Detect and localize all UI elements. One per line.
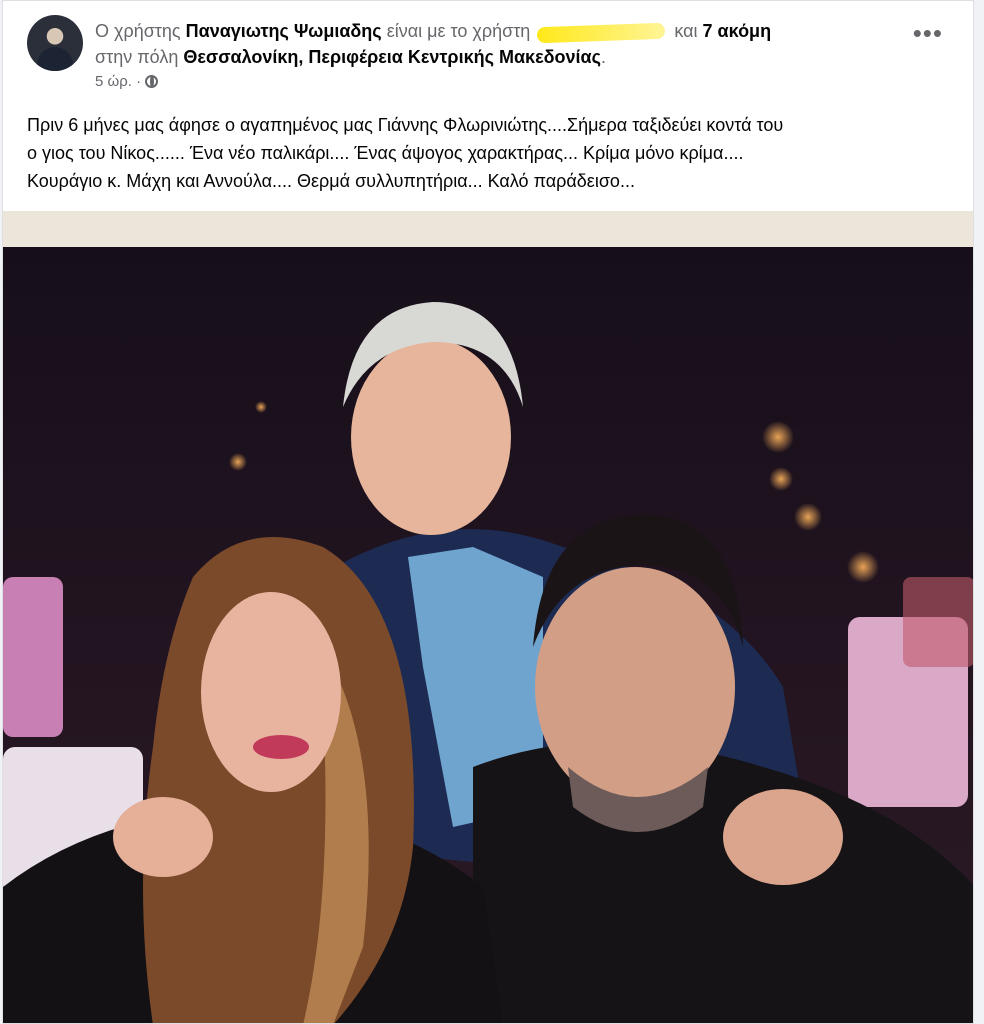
post-text-line: Κουράγιο κ. Μάχη και Αννούλα.... Θερμά σ… xyxy=(27,171,635,191)
author-avatar[interactable] xyxy=(27,15,83,71)
post-header: Ο χρήστης Παναγιωτης Ψωμιαδης είναι με τ… xyxy=(95,18,905,70)
others-link[interactable]: 7 ακόμη xyxy=(703,21,772,41)
post-photo-frame[interactable] xyxy=(3,211,973,1023)
with-text: είναι με το χρήστη xyxy=(386,21,531,41)
location-link[interactable]: Θεσσαλονίκη, Περιφέρεια Κεντρικής Μακεδο… xyxy=(183,47,601,67)
post-text-line: Πριν 6 μήνες μας άφησε ο αγαπημένος μας … xyxy=(27,115,784,135)
post-timestamp[interactable]: 5 ώρ. · xyxy=(95,73,141,90)
location-period: . xyxy=(600,47,606,67)
post-card: Ο χρήστης Παναγιωτης Ψωμιαδης είναι με τ… xyxy=(2,0,974,1024)
more-options-button[interactable]: ••• xyxy=(913,20,943,46)
redacted-tagged-user[interactable] xyxy=(537,23,667,41)
author-name-link[interactable]: Παναγιωτης Ψωμιαδης xyxy=(186,21,382,41)
author-prefix: Ο χρήστης xyxy=(95,21,181,41)
post-text-line: ο γιος του Νίκος...... Ένα νέο παλικάρι.… xyxy=(27,143,744,163)
globe-icon[interactable] xyxy=(145,75,159,88)
location-prefix: στην πόλη xyxy=(95,47,179,67)
photo-illustration xyxy=(3,302,973,1023)
post-body: Πριν 6 μήνες μας άφησε ο αγαπημένος μας … xyxy=(27,111,957,195)
post-meta: 5 ώρ. · xyxy=(95,73,159,90)
post-photo[interactable] xyxy=(3,247,973,1023)
and-text: και xyxy=(674,21,698,41)
